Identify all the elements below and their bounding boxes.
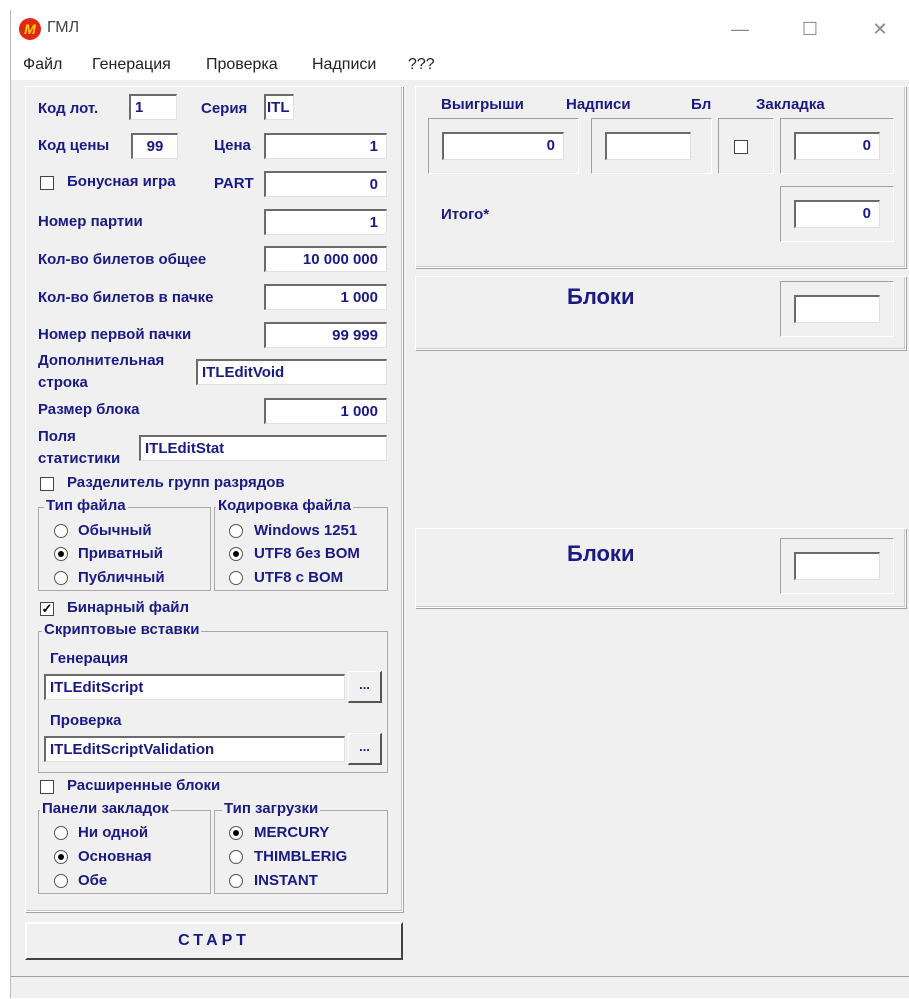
bookmarks-radio-0[interactable] <box>54 826 68 840</box>
extended-blocks-label: Расширенные блоки <box>67 777 221 794</box>
bilety-pachka-input[interactable]: 1 000 <box>264 284 387 310</box>
app-logo-icon: M <box>19 18 41 40</box>
script-gen-browse-button[interactable]: ... <box>348 671 382 703</box>
extended-blocks-checkbox[interactable] <box>40 780 54 794</box>
load-type-option-1: THIMBLERIG <box>254 848 348 865</box>
script-check-browse-button[interactable]: ... <box>348 733 382 765</box>
minimize-icon[interactable]: — <box>717 14 763 44</box>
load-type-option-0: MERCURY <box>254 824 330 841</box>
razdelitel-checkbox[interactable] <box>40 477 54 491</box>
file-type-radio-1[interactable] <box>54 547 68 561</box>
kod-lot-label: Код лот. <box>38 100 99 117</box>
zakladka-input[interactable]: 0 <box>794 132 880 160</box>
bilety-obshee-input[interactable]: 10 000 000 <box>264 246 387 272</box>
blocks-2-label: Блоки <box>567 541 635 566</box>
polya-stat-label: Поля статистики <box>38 428 121 467</box>
load-type-radio-0[interactable] <box>229 826 243 840</box>
razdelitel-label: Разделитель групп разрядов <box>67 474 285 491</box>
start-button[interactable]: СТАРТ <box>25 922 403 960</box>
load-type-radio-1[interactable] <box>229 850 243 864</box>
window-title: ГМЛ <box>47 19 80 36</box>
encoding-title: Кодировка файла <box>216 497 353 514</box>
nadpisi-label: Надписи <box>566 96 631 113</box>
nomer-partii-input[interactable]: 1 <box>264 209 387 235</box>
encoding-radio-1[interactable] <box>229 547 243 561</box>
file-type-title: Тип файла <box>44 497 128 514</box>
razmer-bloka-input[interactable]: 1 000 <box>264 398 387 424</box>
file-type-option-0: Обычный <box>78 522 152 539</box>
file-type-radio-2[interactable] <box>54 571 68 585</box>
title-bar: M ГМЛ — ☐ ✕ <box>11 10 909 50</box>
script-check-label: Проверка <box>50 712 122 729</box>
menu-generation[interactable]: Генерация <box>92 56 171 74</box>
polya-stat-input[interactable]: ITLEditStat <box>139 435 387 461</box>
close-icon[interactable]: ✕ <box>857 14 903 44</box>
bonus-label: Бонусная игра <box>67 173 176 190</box>
blocks-2-input[interactable] <box>794 552 880 580</box>
file-type-radio-0[interactable] <box>54 524 68 538</box>
bookmarks-option-1: Основная <box>78 848 152 865</box>
script-check-input[interactable]: ITLEditScriptValidation <box>44 736 345 762</box>
menu-file[interactable]: Файл <box>23 56 62 74</box>
bookmarks-radio-2[interactable] <box>54 874 68 888</box>
itogo-label: Итого* <box>441 206 490 223</box>
encoding-option-1: UTF8 без BOM <box>254 545 360 562</box>
load-type-title: Тип загрузки <box>222 800 321 817</box>
menu-help[interactable]: ??? <box>408 56 435 74</box>
seriya-input[interactable]: ITL <box>264 94 294 120</box>
itogo-input[interactable]: 0 <box>794 200 880 228</box>
encoding-option-0: Windows 1251 <box>254 522 358 539</box>
bilety-pachka-label: Кол-во билетов в пачке <box>38 289 214 306</box>
status-bar <box>11 976 909 999</box>
menu-labels[interactable]: Надписи <box>312 56 376 74</box>
bilety-obshee-label: Кол-во билетов общее <box>38 251 207 268</box>
cena-label: Цена <box>214 137 251 154</box>
wins-label: Выигрыши <box>441 96 524 113</box>
binary-checkbox[interactable]: ✓ <box>40 602 54 616</box>
nomer-partii-label: Номер партии <box>38 213 143 230</box>
encoding-option-2: UTF8 с BOM <box>254 569 344 586</box>
blocks-1-input[interactable] <box>794 295 880 323</box>
kod-lot-input[interactable]: 1 <box>129 94 177 120</box>
cena-input[interactable]: 1 <box>264 133 387 159</box>
file-type-option-1: Приватный <box>78 545 163 562</box>
nadpisi-input[interactable] <box>605 132 691 160</box>
menu-bar: Файл Генерация Проверка Надписи ??? <box>11 50 909 80</box>
file-type-option-2: Публичный <box>78 569 165 586</box>
load-type-radio-2[interactable] <box>229 874 243 888</box>
blocks-1-label: Блоки <box>567 284 635 309</box>
dop-stroka-label: Дополнительная строка <box>38 352 165 391</box>
encoding-radio-2[interactable] <box>229 571 243 585</box>
load-type-option-2: INSTANT <box>254 872 318 889</box>
script-gen-input[interactable]: ITLEditScript <box>44 674 345 700</box>
seriya-label: Серия <box>201 100 248 117</box>
scripts-title: Скриптовые вставки <box>42 621 202 638</box>
pervaya-pachka-label: Номер первой пачки <box>38 326 192 343</box>
bookmarks-option-2: Обе <box>78 872 108 889</box>
dop-stroka-input[interactable]: ITLEditVoid <box>196 359 387 385</box>
menu-check[interactable]: Проверка <box>206 56 278 74</box>
bookmarks-option-0: Ни одной <box>78 824 149 841</box>
maximize-icon[interactable]: ☐ <box>787 14 833 44</box>
bl-label: Бл <box>691 96 712 113</box>
binary-label: Бинарный файл <box>67 599 190 616</box>
pervaya-pachka-input[interactable]: 99 999 <box>264 322 387 348</box>
wins-input[interactable]: 0 <box>442 132 564 160</box>
bonus-checkbox[interactable] <box>40 176 54 190</box>
bl-checkbox[interactable] <box>734 140 748 154</box>
main-window: M ГМЛ — ☐ ✕ Файл Генерация Проверка Надп… <box>10 10 909 998</box>
kod-ceny-input[interactable]: 99 <box>131 133 178 159</box>
kod-ceny-label: Код цены <box>38 137 110 154</box>
bookmarks-radio-1[interactable] <box>54 850 68 864</box>
bookmarks-title: Панели закладок <box>40 800 171 817</box>
part-input[interactable]: 0 <box>264 171 387 197</box>
encoding-radio-0[interactable] <box>229 524 243 538</box>
script-gen-label: Генерация <box>50 650 129 667</box>
part-label: PART <box>214 175 254 192</box>
razmer-bloka-label: Размер блока <box>38 401 140 418</box>
zakladka-label: Закладка <box>756 96 825 113</box>
